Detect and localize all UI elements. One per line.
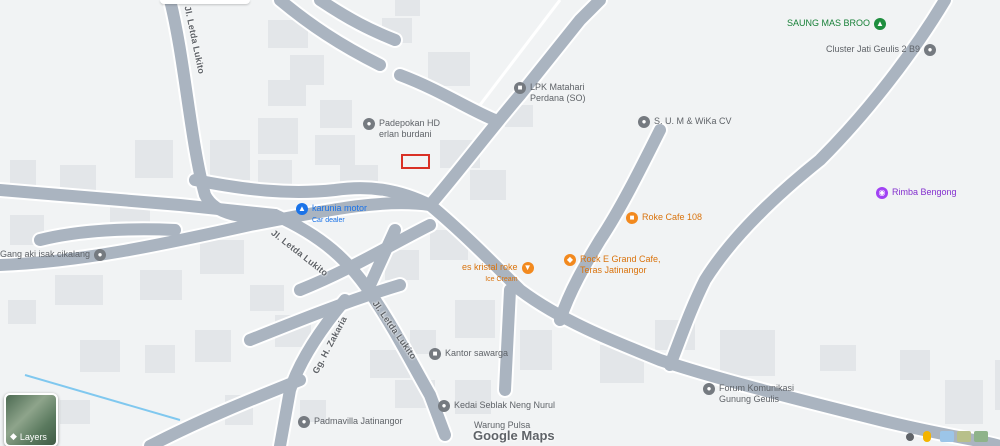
poi-es-kristal[interactable]: es kristal roke Ice Cream ▼ — [462, 262, 534, 284]
poi-label: Cluster Jati Geulis 2 B9 — [826, 44, 921, 54]
poi-label: es kristal roke — [462, 262, 518, 272]
location-icon[interactable] — [906, 433, 914, 441]
poi-label: Roke Cafe 108 — [642, 212, 703, 222]
poi-sublabel: erlan burdani — [379, 129, 432, 139]
poi-label: LPK Matahari — [530, 82, 585, 92]
imagery-thumbnail-3[interactable] — [974, 431, 988, 442]
poi-label: Rock E Grand Cafe, — [580, 254, 661, 264]
layers-icon: ◆ — [10, 431, 17, 441]
poi-padepokan-hd[interactable]: ● Padepokan HD erlan burdani — [363, 118, 440, 140]
pin-icon: ● — [298, 416, 310, 428]
school-icon: ■ — [514, 82, 526, 94]
poi-sublabel: Teras Jatinangor — [580, 265, 647, 275]
poi-forum-komunikasi[interactable]: ● Forum Komunikasi Gunung Geulis — [703, 383, 794, 405]
poi-label: Gang aki isak cikalang — [0, 249, 91, 259]
building-icon: ■ — [429, 348, 441, 360]
poi-sum-wika[interactable]: ● S. U. M & WiKa CV — [638, 116, 732, 128]
poi-label: S. U. M & WiKa CV — [654, 116, 732, 126]
poi-cluster-jati-geulis[interactable]: Cluster Jati Geulis 2 B9 ● — [826, 44, 937, 56]
poi-label: Padmavilla Jatinangor — [314, 416, 403, 426]
poi-sublabel: Car dealer — [312, 217, 345, 224]
pin-icon: ● — [703, 383, 715, 395]
poi-rimba-bengong[interactable]: ◉ Rimba Bengong — [876, 187, 957, 199]
pin-icon: ● — [363, 118, 375, 130]
poi-padmavilla[interactable]: ● Padmavilla Jatinangor — [298, 416, 403, 428]
restaurant-icon: ◆ — [564, 254, 576, 266]
top-overlay-bar — [160, 0, 250, 4]
poi-sublabel: Gunung Geulis — [719, 394, 780, 404]
map-base-layer — [0, 0, 1000, 446]
poi-label: Kantor sawarga — [445, 348, 509, 358]
roads — [0, 0, 1000, 446]
poi-saung-mas-broo[interactable]: SAUNG MAS BROO ▲ — [787, 18, 887, 30]
poi-roke-cafe[interactable]: ■ Roke Cafe 108 — [626, 212, 702, 224]
poi-label: Kedai Seblak Neng Nurul — [454, 400, 556, 410]
google-maps-logo: Google Maps — [473, 428, 555, 443]
poi-kantor-sawarga[interactable]: ■ Kantor sawarga — [429, 348, 508, 360]
poi-karunia-motor[interactable]: ▲ karunia motor Car dealer — [296, 203, 367, 225]
selection-marker — [401, 154, 430, 169]
imagery-thumbnail-2[interactable] — [957, 431, 971, 442]
poi-gang-aki[interactable]: Gang aki isak cikalang ● — [0, 249, 107, 261]
poi-sublabel: Ice Cream — [485, 276, 518, 283]
pin-icon: ▲ — [874, 18, 887, 30]
poi-sublabel: Perdana (SO) — [530, 93, 586, 103]
poi-kedai-seblak[interactable]: ● Kedai Seblak Neng Nurul — [438, 400, 555, 412]
poi-lpk-matahari[interactable]: ■ LPK Matahari Perdana (SO) — [514, 82, 586, 104]
poi-label: SAUNG MAS BROO — [787, 18, 871, 28]
pin-icon: ● — [438, 400, 450, 412]
layers-label: Layers — [19, 431, 47, 442]
pin-icon: ● — [638, 116, 650, 128]
car-icon: ▲ — [296, 203, 308, 215]
camera-icon: ◉ — [876, 187, 888, 199]
poi-rock-e-grand[interactable]: ◆ Rock E Grand Cafe, Teras Jatinangor — [564, 254, 661, 276]
map-canvas[interactable]: Jl. Letda Lukito Jl. Letda Lukito Jl. Le… — [0, 0, 1000, 446]
poi-label: karunia motor — [312, 203, 368, 213]
imagery-thumbnail-1[interactable] — [940, 431, 954, 442]
ice-cream-icon: ▼ — [521, 262, 534, 274]
poi-label: Forum Komunikasi — [719, 383, 795, 393]
pegman-icon[interactable] — [923, 431, 931, 442]
pin-icon: ● — [924, 44, 937, 56]
poi-label: Rimba Bengong — [892, 187, 957, 197]
cafe-icon: ■ — [626, 212, 638, 224]
layers-button[interactable]: ◆ Layers — [4, 393, 58, 446]
poi-label: Padepokan HD — [379, 118, 441, 128]
pin-icon: ● — [94, 249, 107, 261]
